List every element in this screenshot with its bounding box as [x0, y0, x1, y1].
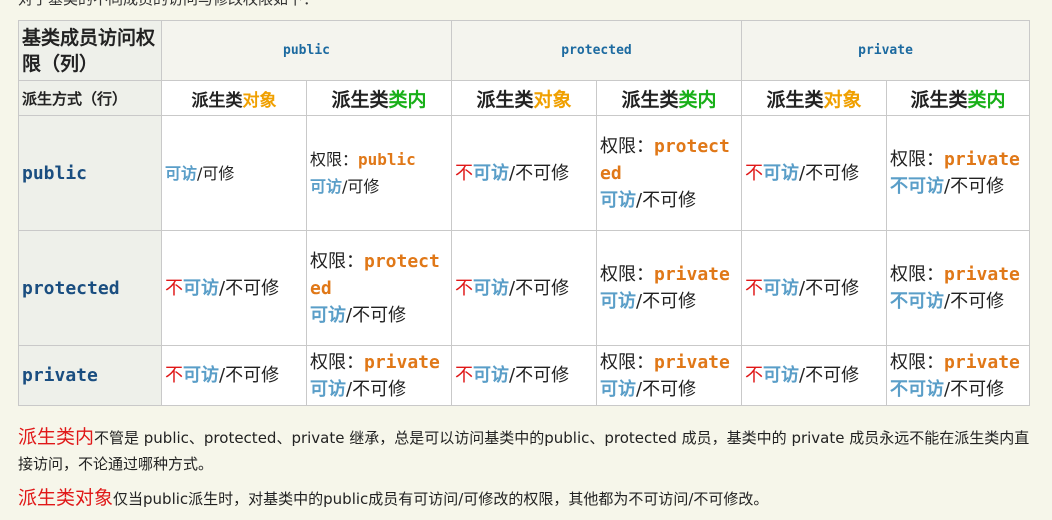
- permission-cell: 权限：private 可访/不可修: [306, 345, 452, 406]
- permission-cell: 权限：private 不可访/不可修: [886, 230, 1031, 346]
- column-header-public: public: [161, 20, 452, 81]
- table-row: public 可访/可修 权限：public 可访/可修 不可访/不可修 权限：p…: [18, 115, 1031, 231]
- permission-cell: 不可访/不可修: [451, 345, 597, 406]
- permission-cell: 权限：private 不可访/不可修: [886, 345, 1031, 406]
- permission-cell: 权限：protected 可访/不可修: [306, 230, 452, 346]
- corner-title: 基类成员访问权限（列）: [18, 20, 162, 81]
- sub-header-in-class: 派生类类内: [595, 80, 743, 116]
- permission-cell: 不可访/不可修: [161, 230, 307, 346]
- row-header-private: private: [18, 345, 162, 406]
- row-header-protected: protected: [18, 230, 162, 346]
- sub-header-in-class: 派生类类内: [306, 80, 452, 116]
- permission-cell: 权限：protected 可访/不可修: [595, 115, 743, 231]
- permission-cell: 权限：private 不可访/不可修: [886, 115, 1031, 231]
- table-row: private 不可访/不可修 权限：private 可访/不可修 不可访/不可修…: [18, 345, 1031, 406]
- row-header-public: public: [18, 115, 162, 231]
- permission-cell: 权限：private 可访/不可修: [595, 230, 743, 346]
- permission-cell: 不可访/不可修: [741, 345, 888, 406]
- access-permission-table: 基类成员访问权限（列） public protected private 派生方…: [18, 20, 1031, 406]
- note-in-class: 派生类内不管是 public、protected、private 继承，总是可以…: [18, 426, 1030, 473]
- permission-cell: 不可访/不可修: [741, 115, 888, 231]
- cut-off-intro-text: 对于基类的不同成员的访问与修改权限如下：: [18, 0, 318, 9]
- corner-subtitle: 派生方式（行）: [18, 80, 162, 116]
- note-object: 派生类对象仅当public派生时，对基类中的public成员有可访问/可修改的权…: [18, 487, 769, 509]
- sub-header-object: 派生类对象: [741, 80, 888, 116]
- notes-section: 派生类内不管是 public、protected、private 继承，总是可以…: [18, 424, 1038, 520]
- permission-cell: 不可访/不可修: [451, 230, 597, 346]
- sub-header-in-class: 派生类类内: [886, 80, 1031, 116]
- permission-cell: 权限：public 可访/可修: [306, 115, 452, 231]
- sub-header-object: 派生类对象: [161, 80, 307, 116]
- permission-cell: 不可访/不可修: [741, 230, 888, 346]
- permission-cell: 不可访/不可修: [161, 345, 307, 406]
- permission-cell: 不可访/不可修: [451, 115, 597, 231]
- permission-cell: 可访/可修: [161, 115, 307, 231]
- table-row: protected 不可访/不可修 权限：protected 可访/不可修 不可访…: [18, 230, 1031, 346]
- permission-cell: 权限：private 可访/不可修: [595, 345, 743, 406]
- sub-header-object: 派生类对象: [451, 80, 597, 116]
- column-header-private: private: [741, 20, 1031, 81]
- column-header-protected: protected: [450, 20, 743, 81]
